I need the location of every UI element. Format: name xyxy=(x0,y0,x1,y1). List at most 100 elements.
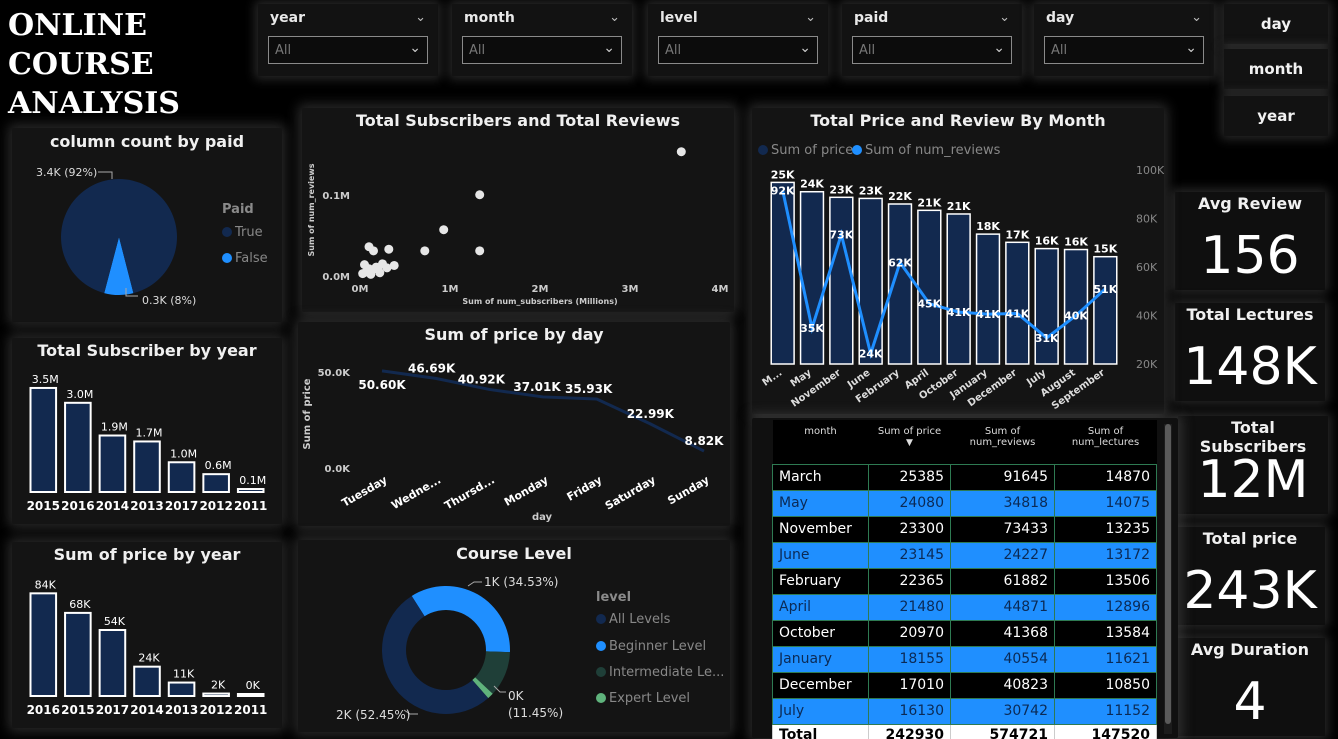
table-row[interactable]: December 17010 40823 10850 xyxy=(772,671,1157,699)
y2-tick-label: 20K xyxy=(1136,358,1158,371)
price-day-data-label: 40.92K xyxy=(458,372,506,386)
legend-item-true[interactable]: True xyxy=(222,225,263,240)
legend-item-all-levels[interactable]: All Levels xyxy=(596,612,670,627)
table-cell: 40554 xyxy=(950,645,1055,673)
table-row[interactable]: February 22365 61882 13506 xyxy=(772,567,1157,595)
table-row[interactable]: March 25385 91645 14870 xyxy=(772,463,1157,491)
chevron-down-icon[interactable]: ⌄ xyxy=(993,40,1005,56)
legend-item-false[interactable]: False xyxy=(222,251,268,266)
scatter-point xyxy=(475,246,485,256)
price-bar xyxy=(917,209,942,365)
reviews-data-label: 92K xyxy=(771,184,795,197)
table-row[interactable]: May 24080 34818 14075 xyxy=(772,489,1157,517)
kpi-total-lectures: Total Lectures 148K xyxy=(1175,303,1325,401)
slicer-day[interactable]: day ⌄ All ⌄ xyxy=(1034,4,1214,76)
nav-button-year[interactable]: year xyxy=(1224,96,1328,136)
table-cell: 91645 xyxy=(950,463,1055,491)
y2-tick-label: 100K xyxy=(1136,164,1164,177)
price-data-label: 16K xyxy=(1064,236,1088,249)
pie-label-false: 0.3K (8%) xyxy=(142,294,196,307)
slicer-month[interactable]: month ⌄ All ⌄ xyxy=(452,4,632,76)
bar-data-label: 1.9M xyxy=(101,421,128,434)
chevron-down-icon[interactable]: ⌄ xyxy=(415,10,426,25)
table-cell: 25385 xyxy=(868,463,951,491)
price-day-data-label: 50.60K xyxy=(358,378,406,392)
table-row[interactable]: November 23300 73433 13235 xyxy=(772,515,1157,543)
table-row[interactable]: April 21480 44871 12896 xyxy=(772,593,1157,621)
table-row[interactable]: October 20970 41368 13584 xyxy=(772,619,1157,647)
year-bar xyxy=(98,629,127,697)
scatter-point xyxy=(358,269,368,279)
price-bar xyxy=(770,181,795,365)
kpi-value: 243K xyxy=(1183,561,1317,621)
scrollbar-thumb[interactable] xyxy=(1165,424,1171,724)
bar-data-label: 24K xyxy=(138,652,160,665)
chevron-down-icon[interactable]: ⌄ xyxy=(409,40,421,56)
price-day-data-label: 46.69K xyxy=(408,361,456,375)
chevron-down-icon[interactable]: ⌄ xyxy=(799,40,811,56)
reviews-data-label: 62K xyxy=(888,256,912,269)
total-cell: 147520 xyxy=(1054,723,1157,739)
table-cell: 22365 xyxy=(868,567,951,595)
column-header-label: Sum of price xyxy=(877,426,942,437)
pie-paid-panel: column count by paid 3.4K (92%) 0.3K (8%)… xyxy=(12,128,282,322)
column-header[interactable]: month xyxy=(772,420,869,464)
table-row[interactable]: June 23145 24227 13172 xyxy=(772,541,1157,569)
table-cell: 24080 xyxy=(868,489,951,517)
price-data-label: 16K xyxy=(1035,235,1059,248)
slicer-dropdown[interactable]: All ⌄ xyxy=(462,36,622,64)
legend-dot xyxy=(596,667,606,677)
x-tick-label: 2017 xyxy=(165,499,198,513)
legend-item-intermediate[interactable]: Intermediate Le... xyxy=(596,665,724,680)
scatter-point xyxy=(384,244,394,254)
chevron-down-icon[interactable]: ⌄ xyxy=(609,10,620,25)
reviews-data-label: 73K xyxy=(829,228,853,241)
reviews-data-label: 51K xyxy=(1093,283,1117,296)
chevron-down-icon[interactable]: ⌄ xyxy=(999,10,1010,25)
column-header[interactable]: Sum of price ▼ xyxy=(868,420,951,464)
price-data-label: 23K xyxy=(829,183,853,196)
year-bar xyxy=(202,692,230,698)
table-scrollbar[interactable] xyxy=(1164,424,1172,734)
donut-label-beginner: 1K (34.53%) xyxy=(484,575,558,589)
kpi-avg-review: Avg Review 156 xyxy=(1175,192,1325,290)
table-cell: 18155 xyxy=(868,645,951,673)
chevron-down-icon[interactable]: ⌄ xyxy=(603,40,615,56)
subs-year-panel: Total Subscriber by year 3.5M 2015 3.0M 201… xyxy=(12,338,282,524)
column-header[interactable]: Sum of num_reviews xyxy=(950,420,1055,464)
legend-label: All Levels xyxy=(609,612,671,627)
column-header[interactable]: Sum of num_lectures xyxy=(1054,420,1157,464)
legend-item-beginner[interactable]: Beginner Level xyxy=(596,639,706,654)
price-data-label: 23K xyxy=(859,184,883,197)
slicer-year[interactable]: year ⌄ All ⌄ xyxy=(258,4,438,76)
legend-item-expert[interactable]: Expert Level xyxy=(596,691,690,706)
slicer-paid[interactable]: paid ⌄ All ⌄ xyxy=(842,4,1022,76)
table-cell: October xyxy=(772,619,869,647)
chevron-down-icon[interactable]: ⌄ xyxy=(1185,40,1197,56)
title-line-2: COURSE xyxy=(8,47,154,82)
chevron-down-icon[interactable]: ⌄ xyxy=(1191,10,1202,25)
chevron-down-icon[interactable]: ⌄ xyxy=(805,10,816,25)
bar-data-label: 1.7M xyxy=(136,426,163,439)
slicer-dropdown[interactable]: All ⌄ xyxy=(268,36,428,64)
price-bar xyxy=(829,196,854,365)
table-row[interactable]: July 16130 30742 11152 xyxy=(772,697,1157,725)
nav-button-day[interactable]: day xyxy=(1224,4,1328,44)
table-row[interactable]: January 18155 40554 11621 xyxy=(772,645,1157,673)
slicer-level[interactable]: level ⌄ All ⌄ xyxy=(648,4,828,76)
combo-chart: 25KM...24KMay23KNovember23KJune22KFebrua… xyxy=(761,164,1164,412)
price-bar xyxy=(1034,247,1059,365)
slicer-dropdown[interactable]: All ⌄ xyxy=(1044,36,1204,64)
slicer-dropdown[interactable]: All ⌄ xyxy=(852,36,1012,64)
x-tick-label: 2017 xyxy=(96,703,129,717)
table-cell: June xyxy=(772,541,869,569)
table-total-row: Total 242930 574721 147520 xyxy=(772,723,1157,739)
table-cell: 41368 xyxy=(950,619,1055,647)
table-cell: May xyxy=(772,489,869,517)
reviews-data-label: 31K xyxy=(1035,332,1059,345)
kpi-label: Avg Duration xyxy=(1190,640,1310,659)
sort-desc-icon[interactable]: ▼ xyxy=(906,438,913,448)
slicer-dropdown[interactable]: All ⌄ xyxy=(658,36,818,64)
nav-button-month[interactable]: month xyxy=(1224,49,1328,89)
year-bar xyxy=(236,693,265,697)
